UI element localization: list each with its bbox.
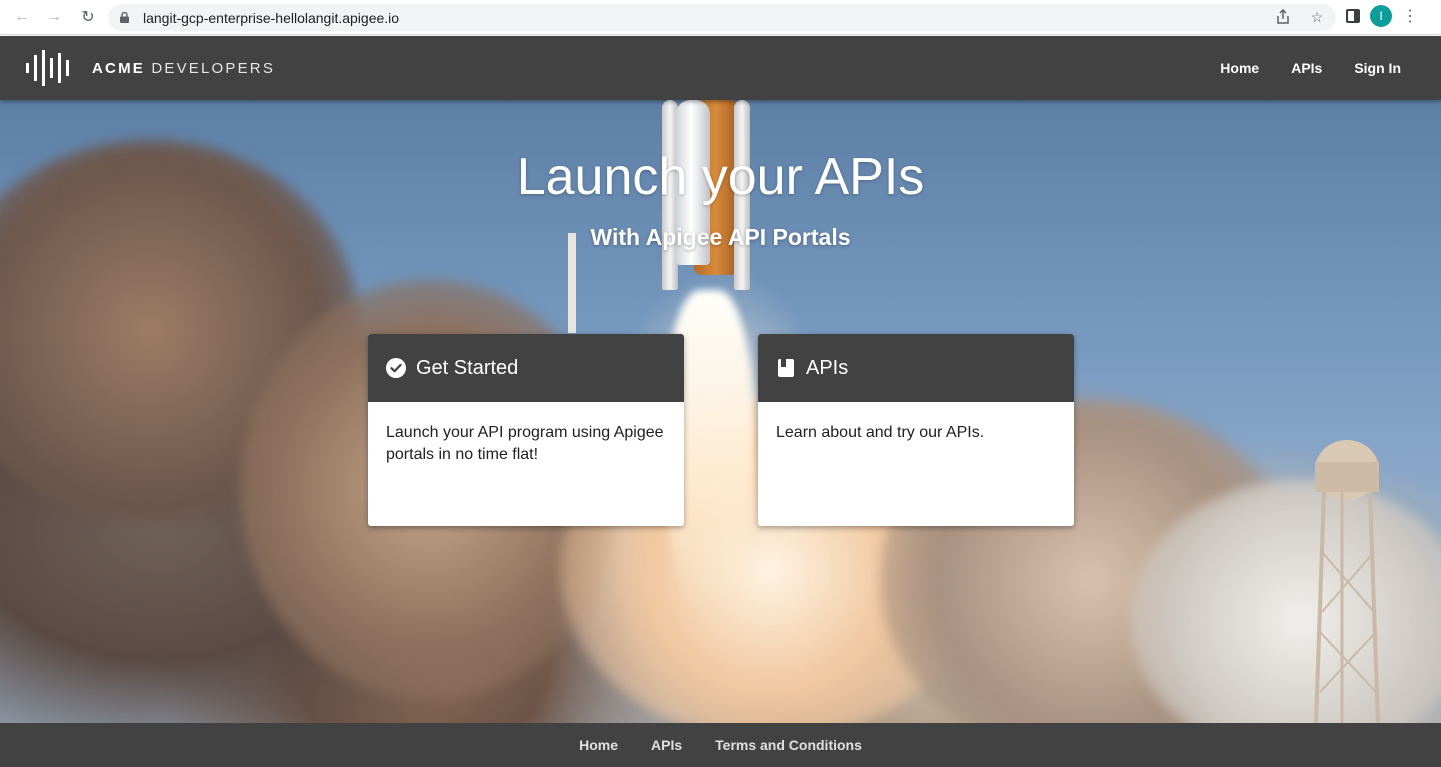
water-tower — [1314, 440, 1380, 723]
url-text: langit-gcp-enterprise-hellolangit.apigee… — [143, 10, 400, 26]
back-arrow-icon[interactable]: ← — [10, 5, 34, 29]
apis-card[interactable]: APIs Learn about and try our APIs. — [758, 334, 1074, 526]
card-description: Launch your API program using Apigee por… — [386, 424, 664, 463]
card-title: APIs — [806, 356, 849, 379]
footer-home-link[interactable]: Home — [579, 737, 618, 753]
nav-home-link[interactable]: Home — [1220, 60, 1259, 76]
hero-title: Launch your APIs — [516, 148, 925, 206]
share-icon[interactable] — [1274, 8, 1292, 26]
site-footer: Home APIs Terms and Conditions — [0, 723, 1441, 767]
hero-banner: Launch your APIs With Apigee API Portals… — [0, 100, 1441, 723]
hero-subtitle: With Apigee API Portals — [590, 224, 851, 250]
reload-icon[interactable]: ↻ — [76, 5, 100, 29]
get-started-card[interactable]: Get Started Launch your API program usin… — [368, 334, 684, 526]
card-title: Get Started — [416, 356, 519, 379]
footer-apis-link[interactable]: APIs — [651, 737, 682, 753]
nav-sign-in-link[interactable]: Sign In — [1354, 60, 1401, 76]
card-description: Learn about and try our APIs. — [776, 424, 985, 441]
browser-toolbar: ← → ↻ langit-gcp-enterprise-hellolangit.… — [0, 0, 1441, 35]
footer-terms-link[interactable]: Terms and Conditions — [715, 737, 862, 753]
header-nav: Home APIs Sign In — [1220, 36, 1401, 100]
forward-arrow-icon[interactable]: → — [42, 5, 66, 29]
nav-apis-link[interactable]: APIs — [1291, 60, 1322, 76]
address-bar[interactable]: langit-gcp-enterprise-hellolangit.apigee… — [108, 4, 1336, 31]
lock-icon — [120, 12, 129, 23]
brand-name: ACME DEVELOPERS — [92, 59, 276, 77]
site-header: ACME DEVELOPERS Home APIs Sign In — [0, 36, 1441, 100]
check-circle-icon — [386, 358, 406, 378]
soundwave-logo-icon — [26, 50, 69, 86]
profile-avatar[interactable]: I — [1370, 5, 1392, 27]
card-header: Get Started — [368, 334, 684, 402]
brand-logo[interactable]: ACME DEVELOPERS — [25, 50, 275, 86]
side-panel-icon[interactable] — [1346, 9, 1360, 23]
card-header: APIs — [758, 334, 1074, 402]
book-icon — [776, 358, 796, 378]
kebab-menu-icon[interactable]: ⋮ — [1402, 6, 1418, 26]
bookmark-star-icon[interactable]: ☆ — [1308, 8, 1326, 26]
